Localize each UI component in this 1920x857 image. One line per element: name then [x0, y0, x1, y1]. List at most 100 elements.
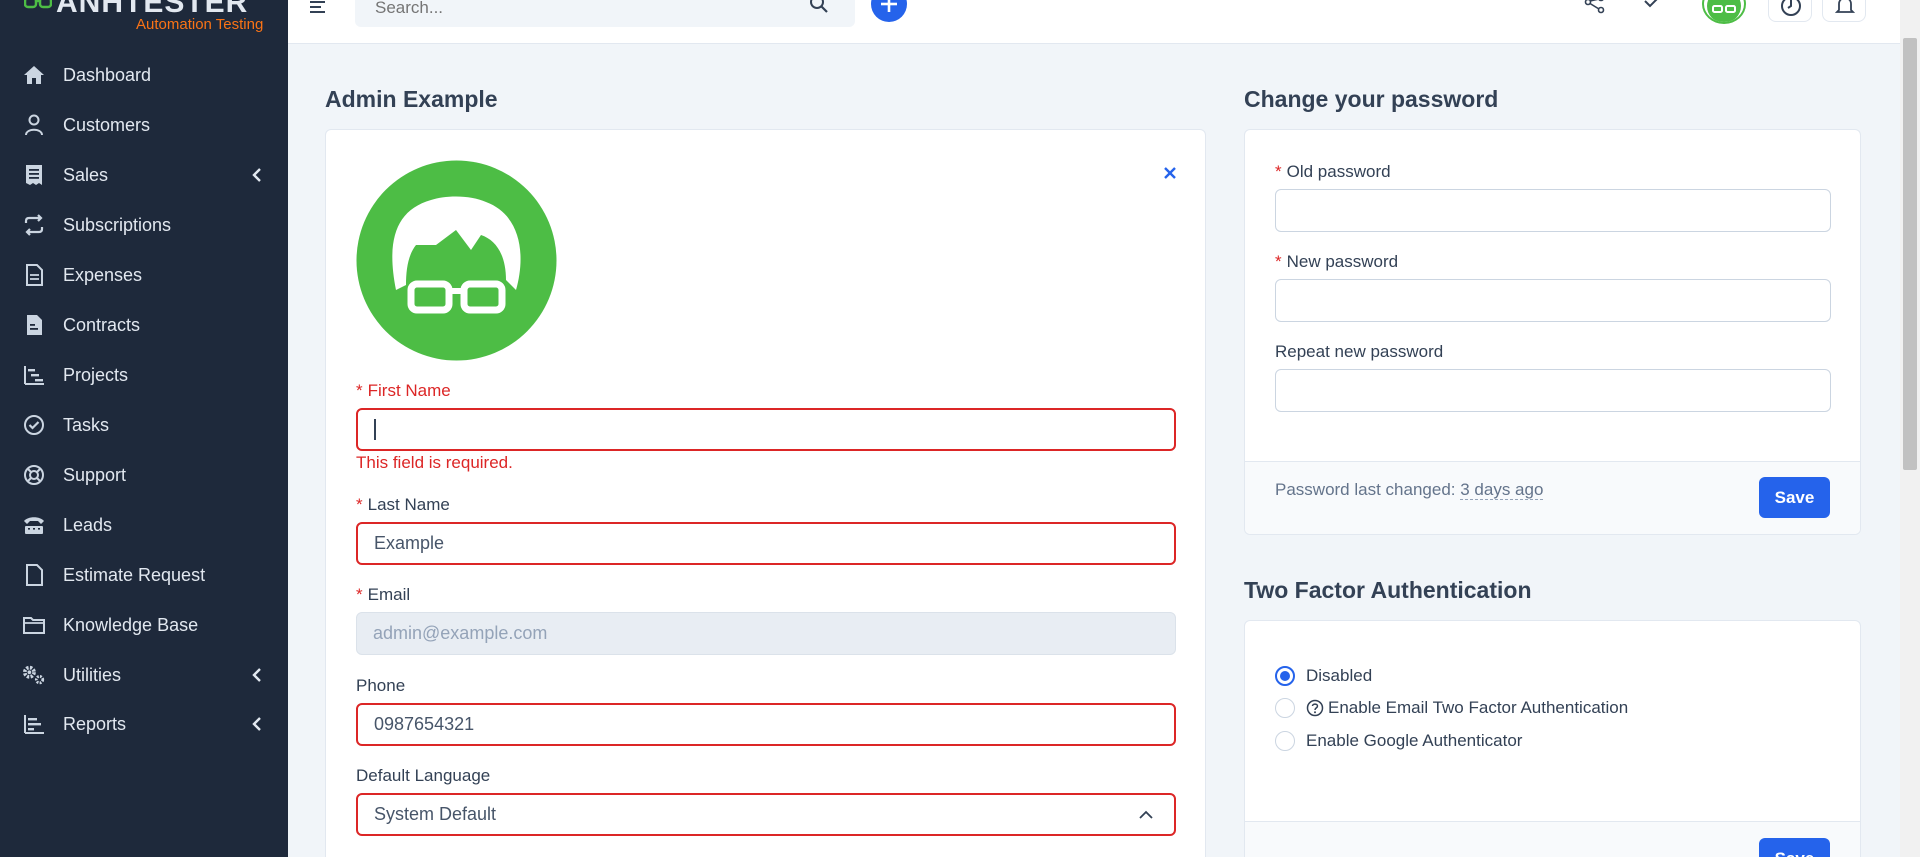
sidebar-item-contracts[interactable]: Contracts: [0, 300, 288, 350]
document-icon: [22, 263, 46, 287]
check-circle-icon: [22, 413, 46, 437]
sidebar-item-label: Sales: [63, 164, 109, 185]
sidebar-item-expenses[interactable]: Expenses: [0, 250, 288, 300]
first-name-label: * First Name: [356, 381, 451, 400]
chevron-left-icon: [252, 168, 261, 182]
change-password-title: Change your password: [1244, 86, 1499, 112]
last-name-input[interactable]: Example: [356, 522, 1176, 565]
sidebar-item-support[interactable]: Support: [0, 450, 288, 500]
notifications-button[interactable]: [1822, 0, 1866, 22]
sidebar-item-dashboard[interactable]: Dashboard: [0, 50, 288, 100]
sidebar-item-label: Projects: [63, 364, 129, 385]
last-name-label: * Last Name: [356, 495, 450, 514]
password-last-changed-value: 3 days ago: [1460, 480, 1544, 500]
search-icon[interactable]: [809, 0, 829, 14]
phone-input[interactable]: 0987654321: [356, 703, 1176, 746]
folder-icon: [22, 613, 46, 637]
brand-tagline: Automation Testing: [136, 16, 264, 33]
sidebar-item-label: Tasks: [63, 414, 110, 435]
user-icon: [22, 113, 46, 137]
sidebar-item-label: Dashboard: [63, 64, 152, 85]
profile-title: Admin Example: [325, 86, 498, 112]
old-password-input[interactable]: [1275, 189, 1831, 232]
file-icon: [22, 563, 46, 587]
glasses-logo-icon: [24, 0, 52, 9]
new-password-label: * New password: [1275, 252, 1399, 271]
change-password-panel: * Old password * New password Repeat new p…: [1244, 129, 1861, 535]
language-select-value: System Default: [374, 804, 497, 824]
language-select[interactable]: System Default: [356, 793, 1176, 836]
radio-email[interactable]: [1275, 698, 1295, 718]
chart-icon: [22, 712, 46, 736]
share-icon[interactable]: [1584, 0, 1606, 16]
two-factor-footer: Save: [1245, 821, 1860, 857]
menu-toggle-icon[interactable]: [310, 0, 326, 14]
sidebar-item-subscriptions[interactable]: Subscriptions: [0, 200, 288, 250]
sidebar-item-label: Expenses: [63, 264, 143, 285]
search-box: [355, 0, 855, 27]
sidebar-item-label: Estimate Request: [63, 564, 206, 585]
sidebar-item-label: Contracts: [63, 314, 141, 335]
text-cursor: [374, 419, 376, 440]
question-circle-icon[interactable]: [1306, 699, 1324, 717]
two-factor-option-disabled[interactable]: Disabled: [1275, 666, 1372, 686]
remove-avatar-icon[interactable]: [1163, 166, 1177, 180]
sidebar-item-label: Customers: [63, 114, 151, 135]
sidebar-item-label: Subscriptions: [63, 214, 172, 235]
save-two-factor-button[interactable]: Save: [1759, 838, 1830, 857]
two-factor-option-email[interactable]: Enable Email Two Factor Authentication: [1275, 698, 1628, 718]
two-factor-title: Two Factor Authentication: [1244, 577, 1532, 603]
clock-icon: [1781, 0, 1801, 16]
email-label: * Email: [356, 585, 411, 604]
first-name-input[interactable]: [356, 408, 1176, 451]
phone-label: Phone: [356, 676, 406, 695]
radio-google[interactable]: [1275, 731, 1295, 751]
sidebar-item-estimate-request[interactable]: Estimate Request: [0, 550, 288, 600]
save-password-button[interactable]: Save: [1759, 477, 1830, 518]
plus-icon: [881, 0, 897, 12]
two-factor-panel: Disabled Enable Email Two Factor Authent…: [1244, 620, 1861, 857]
timesheet-button[interactable]: [1768, 0, 1812, 22]
new-password-input[interactable]: [1275, 279, 1831, 322]
sidebar-item-projects[interactable]: Projects: [0, 350, 288, 400]
contract-icon: [22, 313, 46, 337]
sidebar-item-knowledge-base[interactable]: Knowledge Base: [0, 600, 288, 650]
radio-disabled[interactable]: [1275, 666, 1295, 686]
sidebar-item-label: Leads: [63, 514, 113, 535]
tty-icon: [22, 513, 46, 537]
sidebar-item-reports[interactable]: Reports: [0, 699, 288, 749]
repeat-password-input[interactable]: [1275, 369, 1831, 412]
sidebar-item-customers[interactable]: Customers: [0, 100, 288, 150]
old-password-label: * Old password: [1275, 162, 1391, 181]
page-scrollbar[interactable]: [1900, 0, 1920, 857]
sidebar-item-label: Utilities: [63, 664, 122, 685]
chevron-up-icon: [1139, 810, 1153, 819]
chevron-left-icon: [252, 717, 261, 731]
sidebar-item-label: Support: [63, 464, 127, 485]
brand-logo[interactable]: ANHTESTER Automation Testing: [22, 0, 272, 38]
repeat-password-label: Repeat new password: [1275, 342, 1444, 361]
first-name-error: This field is required.: [356, 453, 513, 472]
sidebar-item-tasks[interactable]: Tasks: [0, 400, 288, 450]
sidebar-item-label: Reports: [63, 713, 127, 734]
profile-avatar-image[interactable]: [356, 160, 557, 361]
avatar-mini-icon: [1707, 0, 1741, 22]
projects-icon: [22, 363, 46, 387]
quick-create-button[interactable]: [871, 0, 907, 22]
email-input: admin@example.com: [356, 612, 1176, 655]
scrollbar-thumb[interactable]: [1903, 38, 1917, 470]
user-avatar[interactable]: [1702, 0, 1746, 24]
sidebar-item-sales[interactable]: Sales: [0, 150, 288, 200]
language-label: Default Language: [356, 766, 491, 785]
sidebar-item-leads[interactable]: Leads: [0, 500, 288, 550]
home-icon: [22, 63, 46, 87]
repeat-icon: [22, 213, 46, 237]
sidebar: ANHTESTER Automation Testing Dashboard C…: [0, 0, 288, 857]
check-icon[interactable]: [1643, 0, 1663, 12]
search-input[interactable]: [375, 0, 775, 18]
receipt-icon: [22, 163, 46, 187]
profile-panel: * First Name This field is required. * Las…: [325, 129, 1206, 857]
sidebar-item-utilities[interactable]: Utilities: [0, 650, 288, 700]
sidebar-item-label: Knowledge Base: [63, 614, 199, 635]
two-factor-option-google[interactable]: Enable Google Authenticator: [1275, 731, 1522, 751]
